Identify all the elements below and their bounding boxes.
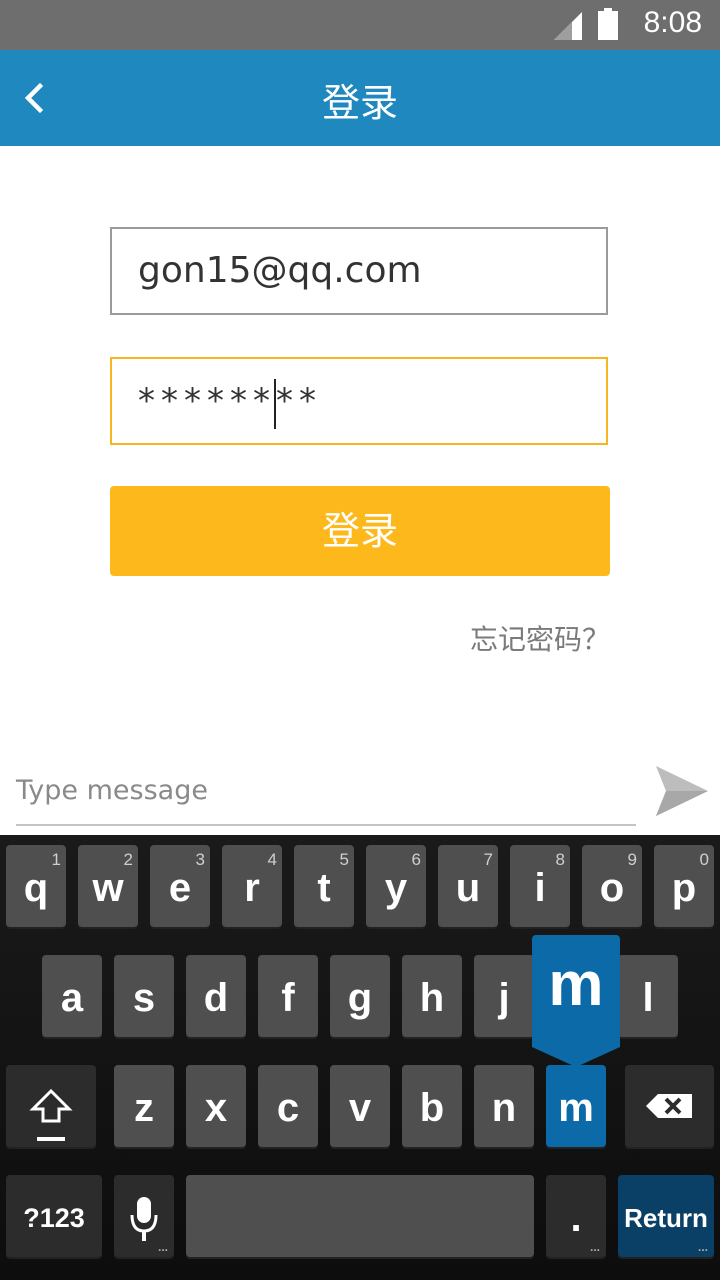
key-hint: 5 — [339, 850, 349, 869]
key-y[interactable]: y6 — [366, 845, 426, 927]
key-label: e — [168, 866, 192, 910]
key-s[interactable]: s — [114, 955, 174, 1037]
key-label: Return — [624, 1203, 708, 1233]
key-hint: 8 — [555, 850, 565, 869]
key-z[interactable]: z — [114, 1065, 174, 1147]
app-header: 登录 — [0, 50, 720, 146]
key-h[interactable]: h — [402, 955, 462, 1037]
battery-icon — [598, 8, 618, 40]
shift-key[interactable] — [6, 1065, 96, 1147]
key-hint: 3 — [195, 850, 205, 869]
forgot-password-link[interactable]: 忘记密码？ — [470, 618, 610, 658]
key-l[interactable]: l — [618, 955, 678, 1037]
more-dots: ... — [157, 1240, 168, 1254]
more-dots: ... — [697, 1240, 708, 1254]
key-e[interactable]: e3 — [150, 845, 210, 927]
message-input[interactable]: Type message — [16, 768, 636, 826]
key-i[interactable]: i8 — [510, 845, 570, 927]
key-m[interactable]: m — [546, 1065, 606, 1147]
password-value: ******** — [138, 381, 322, 421]
key-x[interactable]: x — [186, 1065, 246, 1147]
space-key[interactable] — [186, 1175, 534, 1257]
shift-icon — [29, 1088, 73, 1141]
backspace-icon — [645, 1094, 692, 1118]
backspace-key[interactable] — [625, 1065, 714, 1147]
key-g[interactable]: g — [330, 955, 390, 1037]
symbols-key[interactable]: ?123 — [6, 1175, 102, 1257]
key-o[interactable]: o9 — [582, 845, 642, 927]
email-field[interactable]: gon15@qq.com — [110, 227, 608, 315]
key-label: w — [92, 866, 124, 910]
key-t[interactable]: t5 — [294, 845, 354, 927]
key-preview-popup: m — [532, 935, 620, 1047]
key-label: . — [570, 1196, 582, 1240]
key-label: q — [23, 866, 49, 910]
text-caret — [274, 379, 276, 429]
key-hint: 2 — [123, 850, 133, 869]
status-time: 8:08 — [643, 6, 702, 39]
key-c[interactable]: c — [258, 1065, 318, 1147]
key-label: t — [317, 866, 331, 910]
key-hint: 6 — [411, 850, 421, 869]
send-icon[interactable] — [654, 764, 710, 818]
key-a[interactable]: a — [42, 955, 102, 1037]
key-label: o — [599, 866, 625, 910]
login-button[interactable]: 登录 — [110, 486, 610, 576]
more-dots: ... — [589, 1240, 600, 1254]
key-q[interactable]: q1 — [6, 845, 66, 927]
key-j[interactable]: j — [474, 955, 534, 1037]
page-title: 登录 — [321, 81, 398, 125]
key-n[interactable]: n — [474, 1065, 534, 1147]
key-label: u — [455, 866, 481, 910]
key-v[interactable]: v — [330, 1065, 390, 1147]
signal-icon — [554, 12, 582, 40]
key-r[interactable]: r4 — [222, 845, 282, 927]
key-u[interactable]: u7 — [438, 845, 498, 927]
return-key[interactable]: Return ... — [618, 1175, 714, 1257]
key-label: r — [244, 866, 260, 910]
password-field[interactable]: ******** — [110, 357, 608, 445]
key-hint: 4 — [267, 850, 277, 869]
key-label: p — [671, 866, 697, 910]
mic-key[interactable]: ... — [114, 1175, 174, 1257]
key-hint: 1 — [51, 850, 61, 869]
key-hint: 7 — [483, 850, 493, 869]
key-preview-tail — [532, 1047, 620, 1067]
key-d[interactable]: d — [186, 955, 246, 1037]
key-label: y — [384, 866, 408, 910]
status-bar: 8:08 — [0, 0, 720, 50]
key-p[interactable]: p0 — [654, 845, 714, 927]
key-f[interactable]: f — [258, 955, 318, 1037]
key-w[interactable]: w2 — [78, 845, 138, 927]
key-hint: 9 — [627, 850, 637, 869]
key-label: i — [534, 866, 546, 910]
key-hint: 0 — [699, 850, 709, 869]
key-b[interactable]: b — [402, 1065, 462, 1147]
period-key[interactable]: . ... — [546, 1175, 606, 1257]
